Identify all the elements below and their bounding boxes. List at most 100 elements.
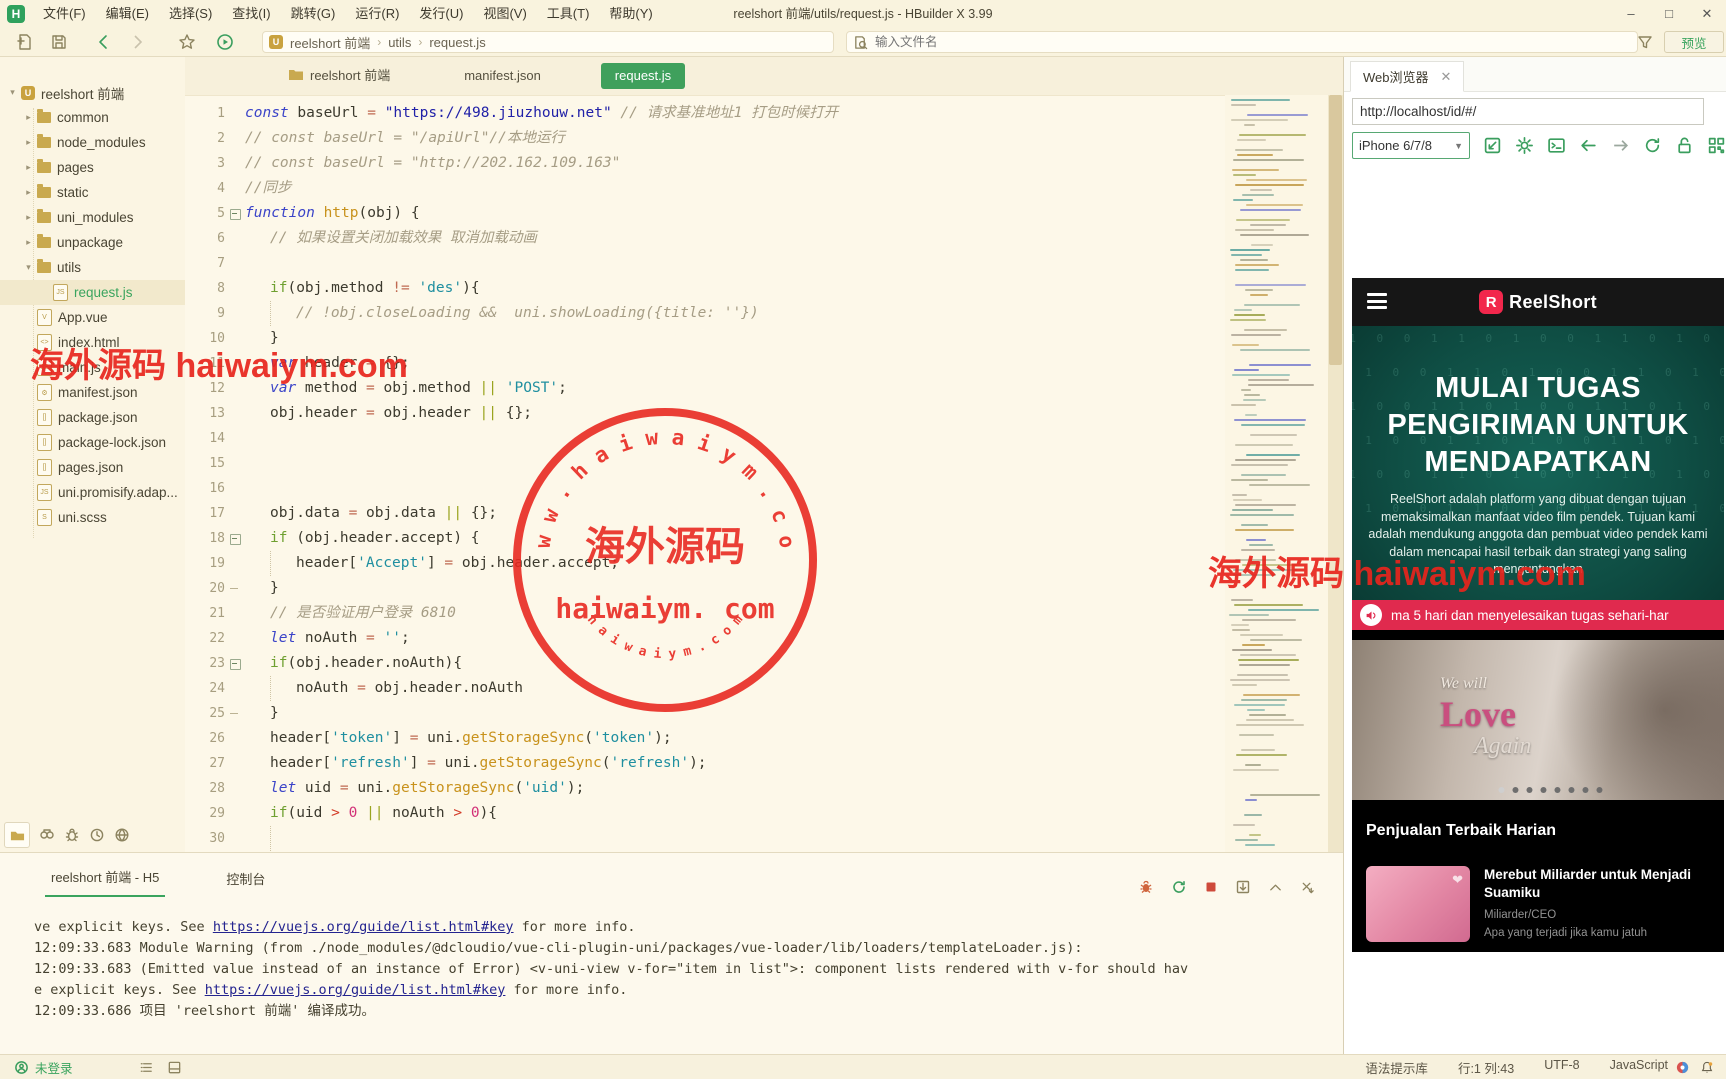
devtools-console-icon[interactable]	[1547, 136, 1566, 155]
carousel-dot[interactable]	[1596, 787, 1602, 793]
code-line[interactable]: 30	[185, 826, 1225, 851]
bug-view-icon[interactable]	[64, 827, 80, 843]
menu-item[interactable]: 文件(F)	[33, 0, 96, 28]
tree-item[interactable]: ▾utils	[0, 255, 185, 280]
qr-code-icon[interactable]	[1707, 136, 1726, 155]
tree-item[interactable]: ▸common	[0, 105, 185, 130]
tree-item[interactable]: []package-lock.json	[0, 430, 185, 455]
tree-item[interactable]: ▸static	[0, 180, 185, 205]
tree-item[interactable]: JSrequest.js	[0, 280, 185, 305]
app-logo[interactable]: R ReelShort	[1479, 290, 1597, 314]
menu-item[interactable]: 选择(S)	[159, 0, 222, 28]
editor-tab[interactable]: reelshort 前端	[275, 63, 404, 89]
nav-back-icon[interactable]	[1579, 136, 1598, 155]
carousel-dot[interactable]	[1582, 787, 1588, 793]
breadcrumb-item[interactable]: request.js	[429, 35, 485, 50]
console-tab[interactable]: 控制台	[220, 869, 271, 897]
fold-marker[interactable]	[225, 576, 245, 601]
tree-item[interactable]: Suni.scss	[0, 505, 185, 530]
tree-item[interactable]: ▸uni_modules	[0, 205, 185, 230]
carousel-dot[interactable]	[1554, 787, 1560, 793]
search-view-icon[interactable]	[39, 827, 55, 843]
chevron-right-icon[interactable]: ▸	[22, 237, 35, 248]
notification-bell-icon[interactable]	[1700, 1060, 1714, 1075]
filter-icon[interactable]	[1638, 35, 1652, 49]
menu-item[interactable]: 跳转(G)	[281, 0, 346, 28]
carousel-dot[interactable]	[1512, 787, 1518, 793]
rotate-device-icon[interactable]	[1483, 136, 1502, 155]
menu-item[interactable]: 工具(T)	[537, 0, 600, 28]
status-item[interactable]: 语法提示库	[1365, 1058, 1428, 1077]
code-line[interactable]: 7	[185, 251, 1225, 276]
hamburger-menu-icon[interactable]	[1367, 293, 1387, 309]
favorite-star-icon[interactable]	[178, 33, 196, 51]
close-icon[interactable]: ✕	[1441, 69, 1452, 85]
chevron-down-icon[interactable]: ▾	[22, 262, 35, 273]
browser-tab[interactable]: Web浏览器 ✕	[1350, 61, 1464, 92]
status-item[interactable]: UTF-8	[1544, 1058, 1579, 1077]
fold-marker[interactable]	[225, 201, 245, 226]
code-line[interactable]: 5function http(obj) {	[185, 201, 1225, 226]
collapse-panel-icon[interactable]	[1268, 880, 1283, 895]
code-line[interactable]: 9// !obj.closeLoading && uni.showLoading…	[185, 301, 1225, 326]
chevron-right-icon[interactable]: ▸	[22, 112, 35, 123]
chevron-right-icon[interactable]: ▸	[22, 187, 35, 198]
device-select[interactable]: iPhone 6/7/8 ▼	[1352, 132, 1470, 159]
menu-item[interactable]: 帮助(Y)	[599, 0, 662, 28]
chevron-right-icon[interactable]: ▸	[22, 162, 35, 173]
fold-marker[interactable]	[225, 651, 245, 676]
chevron-right-icon[interactable]: ▸	[22, 137, 35, 148]
forward-icon[interactable]	[128, 33, 146, 51]
debug-bug-icon[interactable]	[1138, 879, 1154, 895]
nav-forward-icon[interactable]	[1611, 136, 1630, 155]
scrollbar-thumb[interactable]	[1329, 95, 1342, 365]
product-item[interactable]: Merebut Miliarder untuk Menjadi Suamiku …	[1366, 866, 1714, 942]
breadcrumb-item[interactable]: utils	[388, 35, 411, 50]
tree-item[interactable]: JSuni.promisify.adap...	[0, 480, 185, 505]
menu-item[interactable]: 运行(R)	[345, 0, 409, 28]
carousel-dot[interactable]	[1568, 787, 1574, 793]
url-input[interactable]	[1352, 98, 1704, 125]
editor-tab[interactable]: manifest.json	[450, 63, 555, 89]
tree-item[interactable]: ▾Ureelshort 前端	[0, 80, 185, 105]
code-line[interactable]: 8if(obj.method != 'des'){	[185, 276, 1225, 301]
search-input[interactable]	[873, 34, 1477, 50]
code-line[interactable]: 3// const baseUrl = "http://202.162.109.…	[185, 151, 1225, 176]
carousel-poster[interactable]: We will Love Again	[1352, 640, 1724, 800]
history-view-icon[interactable]	[89, 827, 105, 843]
files-view-icon[interactable]	[4, 822, 30, 848]
status-item[interactable]: 行:1 列:43	[1458, 1058, 1514, 1077]
code-line[interactable]: 6// 如果设置关闭加载效果 取消加载动画	[185, 226, 1225, 251]
code-line[interactable]: 2// const baseUrl = "/apiUrl"//本地运行	[185, 126, 1225, 151]
unlock-icon[interactable]	[1675, 136, 1694, 155]
export-log-icon[interactable]	[1235, 879, 1251, 895]
restart-icon[interactable]	[1171, 879, 1187, 895]
carousel-dot[interactable]	[1526, 787, 1532, 793]
carousel-dot[interactable]	[1498, 787, 1504, 793]
maximize-button[interactable]: □	[1650, 0, 1688, 28]
code-line[interactable]: 1const baseUrl = "https://498.jiuzhouw.n…	[185, 101, 1225, 126]
console-tab[interactable]: reelshort 前端 - H5	[45, 867, 165, 897]
login-status[interactable]: 未登录	[35, 1058, 73, 1077]
breadcrumb-item[interactable]: reelshort 前端	[290, 33, 370, 52]
console-link[interactable]: https://vuejs.org/guide/list.html#key	[213, 919, 514, 935]
minimap[interactable]	[1225, 95, 1328, 852]
tree-item[interactable]: []package.json	[0, 405, 185, 430]
carousel-dot[interactable]	[1540, 787, 1546, 793]
console-link[interactable]: https://vuejs.org/guide/list.html#key	[205, 982, 506, 998]
carousel-dots[interactable]	[1498, 787, 1602, 793]
chevron-down-icon[interactable]: ▾	[6, 87, 19, 98]
close-button[interactable]: ✕	[1688, 0, 1726, 28]
fold-marker[interactable]	[225, 701, 245, 726]
status-item[interactable]: JavaScript	[1610, 1058, 1668, 1077]
fold-marker[interactable]	[225, 526, 245, 551]
chevron-right-icon[interactable]: ▸	[22, 212, 35, 223]
outline-list-icon[interactable]	[139, 1060, 154, 1075]
new-file-icon[interactable]	[16, 33, 34, 51]
preview-button[interactable]: 预览	[1664, 31, 1724, 53]
code-line[interactable]: 29if(uid > 0 || noAuth > 0){	[185, 801, 1225, 826]
run-icon[interactable]	[216, 33, 234, 51]
minimize-button[interactable]: –	[1612, 0, 1650, 28]
code-line[interactable]: 28let uid = uni.getStorageSync('uid');	[185, 776, 1225, 801]
back-icon[interactable]	[95, 33, 113, 51]
